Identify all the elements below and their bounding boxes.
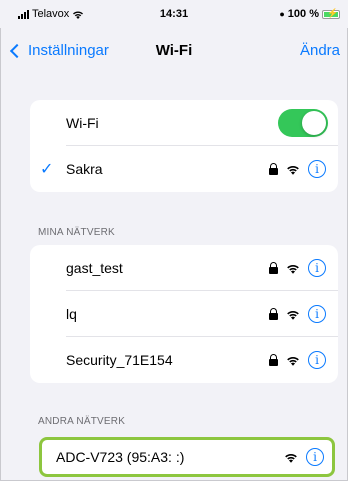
wifi-icon xyxy=(286,263,300,274)
info-icon[interactable]: i xyxy=(306,448,324,466)
moon-icon: ● xyxy=(279,9,285,19)
battery-icon xyxy=(322,8,340,19)
info-icon[interactable]: i xyxy=(308,160,326,178)
network-name: lq xyxy=(66,306,77,322)
other-networks-header: ANDRA NÄTVERK xyxy=(38,416,126,427)
connected-network-name: Sakra xyxy=(66,161,103,177)
network-row[interactable]: gast_test i xyxy=(30,245,338,291)
network-name: ADC-V723 (95:A3: :) xyxy=(56,449,185,465)
network-row[interactable]: lq i xyxy=(30,291,338,337)
info-icon[interactable]: i xyxy=(308,351,326,369)
wifi-toggle-label: Wi-Fi xyxy=(66,115,99,131)
network-name: Security_71E154 xyxy=(66,352,173,368)
my-networks-group: gast_test i lq i Security_71E154 i xyxy=(30,245,338,383)
lock-icon xyxy=(269,262,278,274)
my-networks-header: MINA NÄTVERK xyxy=(38,227,115,238)
wifi-icon xyxy=(286,164,300,175)
wifi-icon xyxy=(286,309,300,320)
network-name: gast_test xyxy=(66,260,123,276)
wifi-toggle[interactable] xyxy=(278,109,328,137)
wifi-toggle-row: Wi-Fi xyxy=(30,100,338,146)
lock-icon xyxy=(269,308,278,320)
info-icon[interactable]: i xyxy=(308,305,326,323)
connected-network-row[interactable]: ✓ Sakra i xyxy=(30,146,338,192)
edit-button[interactable]: Ändra xyxy=(300,42,340,59)
lock-icon xyxy=(269,354,278,366)
info-icon[interactable]: i xyxy=(308,259,326,277)
page-title: Wi-Fi xyxy=(155,42,193,59)
navigation-bar: Inställningar Wi-Fi Ändra xyxy=(0,28,348,76)
network-row[interactable]: Security_71E154 i xyxy=(30,337,338,383)
network-row[interactable]: ADC-V723 (95:A3: :) i xyxy=(42,440,332,474)
wifi-icon xyxy=(286,355,300,366)
wifi-icon xyxy=(284,452,298,463)
lock-icon xyxy=(269,163,278,175)
checkmark-icon: ✓ xyxy=(40,161,54,178)
status-bar: Telavox 14:31 ● 100 % xyxy=(0,0,348,28)
battery-percent: 100 % xyxy=(287,8,319,20)
wifi-group: Wi-Fi ✓ Sakra i xyxy=(30,100,338,192)
toggle-knob xyxy=(302,111,326,135)
highlighted-network-row[interactable]: ADC-V723 (95:A3: :) i xyxy=(39,437,335,477)
battery-info: ● 100 % xyxy=(279,8,340,20)
